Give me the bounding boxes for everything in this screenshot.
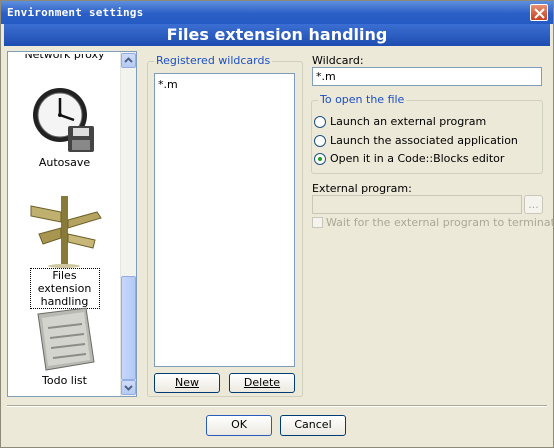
external-program-input[interactable] bbox=[312, 195, 522, 214]
external-program-label: External program: bbox=[312, 182, 412, 195]
radio-circle bbox=[314, 153, 326, 165]
radio-open-in-editor[interactable]: Open it in a Code::Blocks editor bbox=[314, 152, 544, 166]
environment-settings-dialog: Environment settings Files extension han… bbox=[0, 0, 554, 448]
wait-checkbox[interactable]: Wait for the external program to termina… bbox=[312, 216, 554, 230]
wildcard-input[interactable]: *.m bbox=[312, 67, 542, 86]
page-header: Files extension handling bbox=[4, 24, 550, 46]
clock-floppy-icon bbox=[32, 88, 94, 152]
wildcard-label: Wildcard: bbox=[312, 54, 364, 67]
list-item-files-extension-handling[interactable]: Files extension handling bbox=[8, 190, 121, 309]
radio-label: Open it in a Code::Blocks editor bbox=[330, 152, 505, 165]
cancel-button[interactable]: Cancel bbox=[280, 415, 346, 436]
signpost-icon bbox=[30, 196, 102, 268]
list-scrollbar[interactable] bbox=[120, 52, 136, 396]
cancel-button-label: Cancel bbox=[294, 418, 332, 431]
title-bar[interactable]: Environment settings bbox=[1, 1, 553, 24]
radio-launch-external[interactable]: Launch an external program bbox=[314, 115, 544, 129]
delete-button[interactable]: Delete bbox=[229, 373, 295, 393]
footer-divider bbox=[7, 405, 547, 407]
window-title: Environment settings bbox=[7, 6, 144, 19]
list-item-label: Autosave bbox=[38, 156, 91, 169]
radio-launch-associated[interactable]: Launch the associated application bbox=[314, 134, 544, 148]
list-item[interactable]: *.m bbox=[158, 78, 178, 91]
scroll-down-button[interactable] bbox=[121, 380, 136, 395]
chevron-up-icon bbox=[124, 57, 133, 63]
close-icon bbox=[534, 8, 545, 19]
new-button[interactable]: New bbox=[154, 373, 220, 393]
radio-label: Launch the associated application bbox=[330, 134, 518, 147]
wildcards-listbox[interactable]: *.m bbox=[154, 73, 295, 367]
list-item-autosave[interactable]: Autosave bbox=[8, 82, 121, 169]
chevron-down-icon bbox=[124, 385, 133, 391]
radio-label: Launch an external program bbox=[330, 115, 487, 128]
browse-button-label: ... bbox=[528, 198, 539, 211]
new-button-label: New bbox=[175, 376, 199, 389]
delete-button-label: Delete bbox=[243, 376, 281, 389]
list-item-label: Files extension handling bbox=[29, 268, 100, 309]
close-button[interactable] bbox=[530, 4, 548, 21]
browse-button[interactable]: ... bbox=[524, 195, 543, 214]
list-item-label: Network proxy bbox=[24, 51, 105, 61]
list-item-network-proxy[interactable]: Network proxy bbox=[8, 51, 121, 61]
checkbox-box bbox=[312, 217, 323, 228]
scroll-up-button[interactable] bbox=[121, 53, 136, 68]
group-title: Registered wildcards bbox=[154, 54, 273, 67]
settings-category-list[interactable]: Network proxy Autosave Files extension h… bbox=[7, 51, 137, 397]
scroll-thumb[interactable] bbox=[121, 276, 136, 380]
list-item-label: Todo list bbox=[42, 374, 87, 387]
radio-circle bbox=[314, 116, 326, 128]
ok-button-label: OK bbox=[231, 418, 247, 431]
group-title: To open the file bbox=[318, 93, 407, 106]
radio-selected-dot bbox=[318, 157, 322, 161]
wait-checkbox-label: Wait for the external program to termina… bbox=[326, 216, 554, 229]
notepad-icon bbox=[36, 307, 95, 371]
list-item-todo-list[interactable]: Todo list bbox=[8, 304, 121, 387]
radio-circle bbox=[314, 135, 326, 147]
ok-button[interactable]: OK bbox=[206, 415, 272, 436]
